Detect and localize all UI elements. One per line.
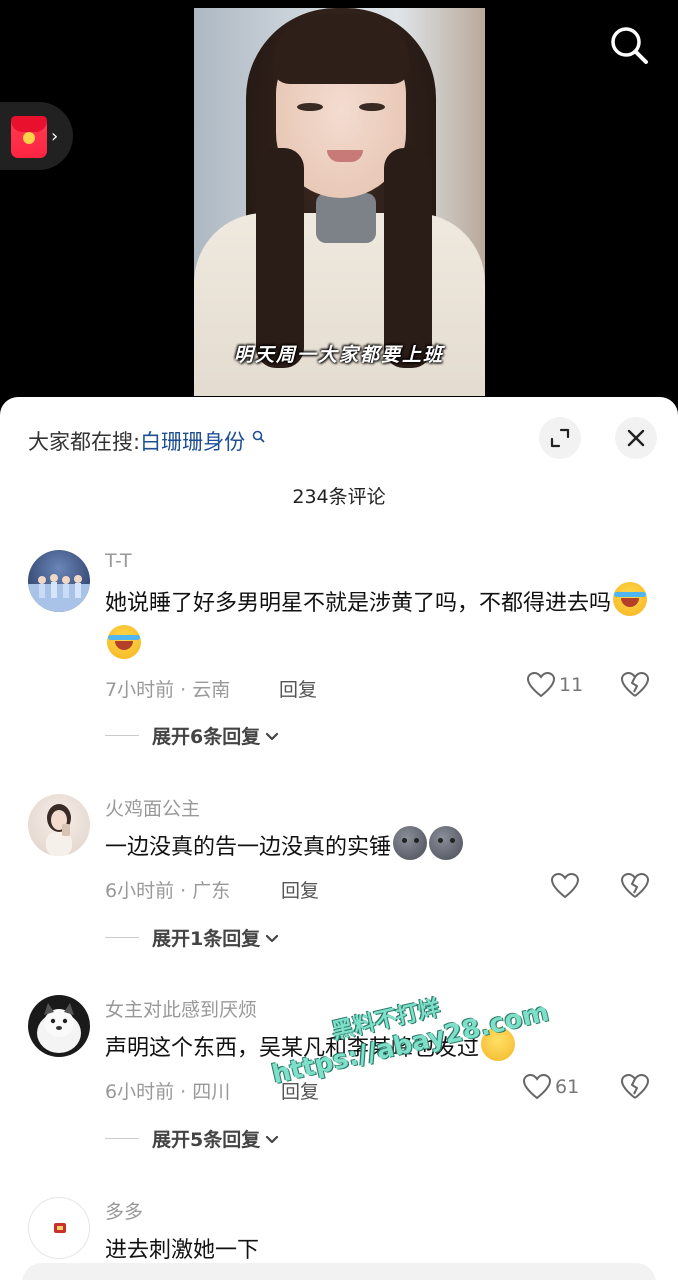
avatar[interactable] [28, 550, 90, 612]
loudly-crying-emoji-icon [613, 582, 648, 616]
comment-text-wrap: 她说睡了好多男明星不就是涉黄了吗，不都得进去吗 [105, 582, 650, 668]
heart-icon [523, 1074, 551, 1100]
red-packet-button[interactable]: › [0, 102, 73, 170]
heart-icon [551, 873, 579, 899]
expand-replies-label: 展开1条回复 [152, 928, 261, 950]
comment-username[interactable]: 多多 [105, 1197, 143, 1224]
comment-text-wrap: 一边没真的告一边没真的实锤 [105, 826, 650, 869]
close-sheet-button[interactable] [615, 417, 657, 459]
comment-meta: 6小时前 · 广东 [105, 880, 231, 902]
comment-username[interactable]: T-T [105, 550, 132, 572]
divider-line [105, 937, 139, 938]
like-count: 11 [559, 674, 584, 696]
comment-meta: 6小时前 · 四川 [105, 1081, 231, 1103]
video-person-eye [297, 103, 323, 111]
comment-meta: 7小时前 · 云南 [105, 679, 231, 701]
heart-icon [527, 672, 555, 698]
video-person-hair-strand [384, 148, 432, 368]
comment-text: 她说睡了好多男明星不就是涉黄了吗，不都得进去吗 [105, 591, 612, 616]
like-button[interactable]: 61 [523, 1074, 579, 1100]
dislike-button[interactable] [621, 672, 649, 702]
hot-search-term[interactable]: 白珊珊身份 [140, 430, 245, 454]
reply-button[interactable]: 回复 [281, 876, 319, 903]
comment-text-wrap: 声明这个东西，吴某凡和李某峰也发过 [105, 1027, 650, 1070]
dislike-button[interactable] [621, 873, 649, 903]
chevron-down-icon [266, 1135, 279, 1143]
expand-icon [550, 428, 570, 448]
reply-button[interactable]: 回复 [279, 675, 317, 702]
expand-replies-button[interactable]: 展开1条回复 [105, 924, 280, 951]
video-person-eye [359, 103, 385, 111]
new-moon-face-emoji-icon [393, 826, 428, 860]
expand-replies-label: 展开5条回复 [152, 1129, 261, 1151]
reply-button[interactable]: 回复 [281, 1077, 319, 1104]
comments-sheet: 大家都在搜:白珊珊身份 234条评论 T-T 她说睡了好多男明星不就是涉黄了吗，… [0, 397, 678, 1280]
video-player[interactable]: 明天周一大家都要上班 › [0, 0, 678, 420]
expand-replies-button[interactable]: 展开5条回复 [105, 1125, 280, 1152]
comment-text: 声明这个东西，吴某凡和李某峰也发过 [105, 1036, 480, 1061]
video-subtitle: 明天周一大家都要上班 [233, 344, 444, 366]
comment-count: 234条评论 [292, 486, 386, 508]
red-packet-flap [11, 116, 47, 132]
like-count: 61 [555, 1076, 580, 1098]
loudly-crying-emoji-icon [107, 625, 141, 659]
broken-heart-icon [621, 873, 649, 898]
search-button[interactable] [606, 22, 652, 68]
chevron-right-icon: › [51, 126, 59, 147]
chevron-down-icon [266, 934, 279, 942]
hot-search-prefix: 大家都在搜: [28, 430, 141, 454]
hot-search-bar[interactable]: 大家都在搜:白珊珊身份 [28, 426, 265, 456]
divider-line [105, 735, 139, 736]
video-frame[interactable] [194, 8, 485, 396]
broken-heart-icon [621, 672, 649, 697]
chevron-down-icon [266, 732, 279, 740]
new-moon-face-emoji-icon [429, 826, 464, 860]
avatar[interactable] [28, 794, 90, 856]
expand-replies-label: 展开6条回复 [152, 726, 261, 748]
video-person-neck [316, 193, 376, 243]
comment-text: 一边没真的告一边没真的实锤 [105, 835, 392, 860]
video-person-bangs [272, 14, 410, 84]
comment-username[interactable]: 火鸡面公主 [105, 794, 200, 821]
smirk-emoji-icon [481, 1027, 516, 1061]
expand-sheet-button[interactable] [539, 417, 581, 459]
close-icon [627, 429, 645, 447]
dislike-button[interactable] [621, 1074, 649, 1104]
divider-line [105, 1138, 139, 1139]
avatar[interactable] [28, 995, 90, 1057]
search-small-icon [247, 430, 265, 447]
like-button[interactable] [551, 873, 583, 899]
search-icon [611, 27, 648, 64]
expand-replies-button[interactable]: 展开6条回复 [105, 722, 280, 749]
broken-heart-icon [621, 1074, 649, 1099]
avatar[interactable] [28, 1197, 90, 1259]
comment-username[interactable]: 女主对此感到厌烦 [105, 995, 257, 1022]
comment-input-bar[interactable] [22, 1263, 656, 1280]
like-button[interactable]: 11 [527, 672, 583, 698]
video-person-hair-strand [256, 148, 304, 368]
